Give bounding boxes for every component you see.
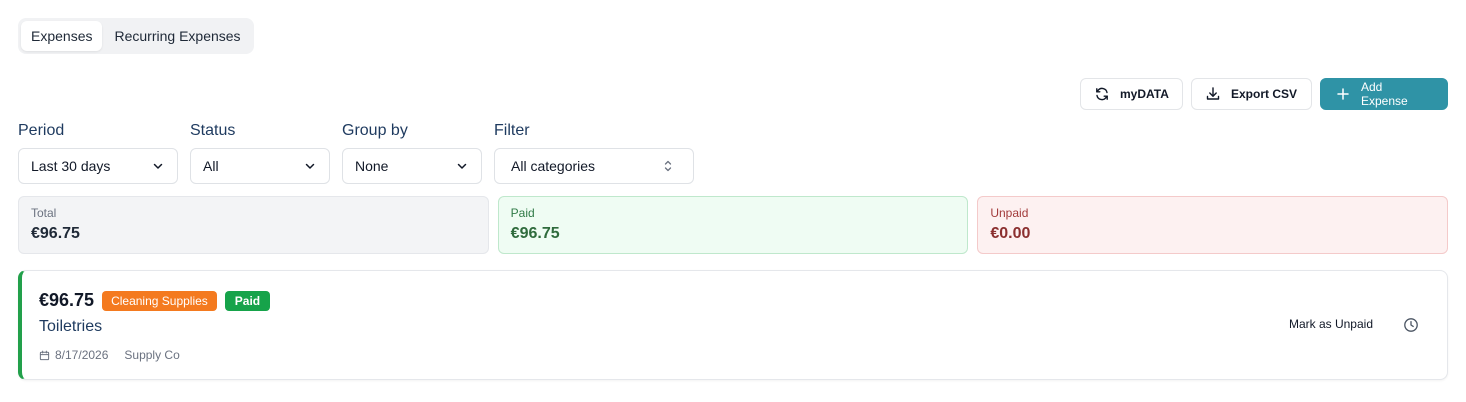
category-filter: Filter All categories — [494, 122, 694, 184]
expense-date: 8/17/2026 — [39, 348, 108, 362]
toolbar: myDATA Export CSV Add Expense — [1080, 78, 1448, 110]
tab-bar: Expenses Recurring Expenses — [18, 18, 254, 54]
category-select[interactable]: All categories — [494, 148, 694, 184]
expense-meta: 8/17/2026 Supply Co — [39, 348, 180, 362]
tab-recurring-expenses[interactable]: Recurring Expenses — [104, 21, 250, 51]
expense-header: €96.75 Cleaning Supplies Paid — [39, 290, 271, 311]
add-expense-label: Add Expense — [1361, 80, 1408, 108]
expense-vendor: Supply Co — [124, 348, 180, 362]
expense-date-text: 8/17/2026 — [55, 348, 109, 362]
filter-bar: Period Last 30 days Status All Group by … — [18, 122, 694, 184]
unpaid-value: €0.00 — [990, 225, 1031, 242]
period-select[interactable]: Last 30 days — [18, 148, 178, 184]
mark-as-unpaid-button[interactable]: Mark as Unpaid — [1289, 317, 1373, 331]
download-icon — [1206, 87, 1220, 100]
period-value: Last 30 days — [31, 158, 111, 174]
status-filter: Status All — [190, 122, 330, 184]
group-by-label: Group by — [342, 122, 408, 139]
group-by-filter: Group by None — [342, 122, 482, 184]
status-select[interactable]: All — [190, 148, 330, 184]
chevron-up-down-icon — [664, 160, 672, 172]
expense-title: Toiletries — [39, 318, 103, 335]
mydata-label: myDATA — [1120, 87, 1169, 101]
expense-amount: €96.75 — [39, 290, 95, 310]
paid-value: €96.75 — [510, 225, 560, 242]
period-label: Period — [18, 122, 65, 139]
calendar-icon — [39, 350, 50, 360]
paid-label: Paid — [510, 206, 535, 220]
status-value: All — [203, 158, 219, 174]
status-label: Status — [190, 122, 236, 139]
tab-expenses[interactable]: Expenses — [21, 21, 103, 51]
summary-cards: Total €96.75 Paid €96.75 Unpaid €0.00 — [18, 196, 1449, 254]
group-by-select[interactable]: None — [342, 148, 482, 184]
chevron-down-icon — [153, 163, 163, 169]
total-label: Total — [31, 206, 57, 220]
category-value: All categories — [511, 158, 596, 174]
export-csv-button[interactable]: Export CSV — [1191, 78, 1312, 110]
filter-label: Filter — [494, 122, 530, 139]
total-value: €96.75 — [31, 225, 80, 242]
chevron-down-icon — [457, 163, 467, 169]
group-by-value: None — [355, 158, 389, 174]
expense-item[interactable]: €96.75 Cleaning Supplies Paid Toiletries… — [18, 270, 1448, 380]
status-badge: Paid — [224, 290, 271, 311]
paid-card: Paid €96.75 — [497, 196, 969, 254]
mydata-sync-button[interactable]: myDATA — [1080, 78, 1183, 110]
total-card: Total €96.75 — [18, 196, 489, 254]
unpaid-label: Unpaid — [990, 206, 1029, 220]
unpaid-card: Unpaid €0.00 — [977, 196, 1449, 254]
chevron-down-icon — [305, 163, 315, 169]
plus-icon — [1337, 88, 1349, 100]
category-badge: Cleaning Supplies — [102, 290, 217, 311]
add-expense-button[interactable]: Add Expense — [1320, 78, 1448, 110]
period-filter: Period Last 30 days — [18, 122, 178, 184]
export-csv-label: Export CSV — [1231, 87, 1298, 101]
clock-icon[interactable] — [1403, 317, 1419, 333]
refresh-icon — [1096, 87, 1108, 101]
